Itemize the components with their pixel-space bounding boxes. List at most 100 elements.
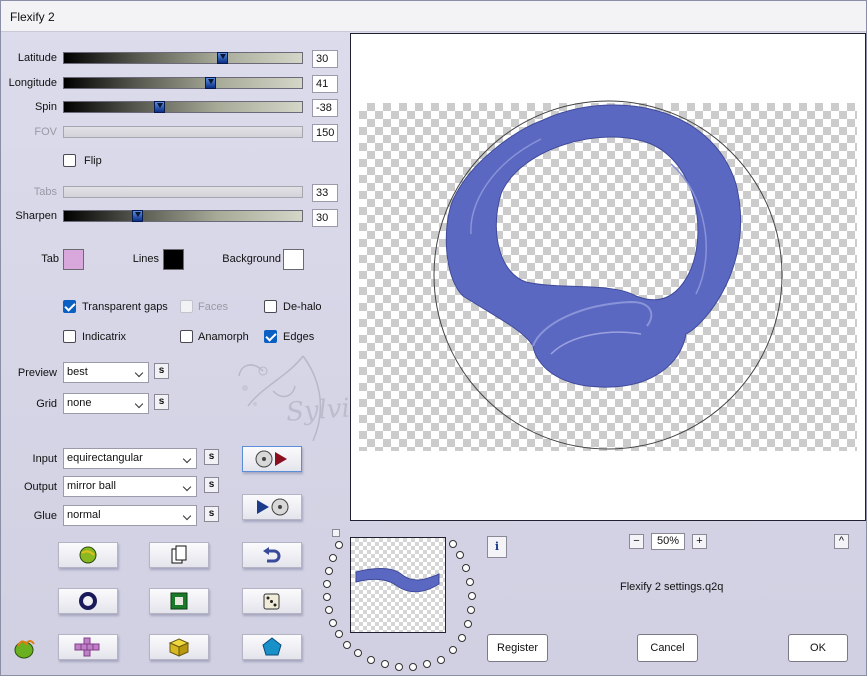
cancel-button[interactable]: Cancel <box>637 634 698 662</box>
lines-color-swatch[interactable] <box>163 249 184 270</box>
frame-icon <box>170 592 188 610</box>
random-dice-button[interactable] <box>242 588 302 614</box>
pentagon-button[interactable] <box>242 634 302 660</box>
zoom-out-button[interactable]: − <box>629 534 644 549</box>
latitude-slider[interactable] <box>63 52 303 64</box>
rotation-dot[interactable] <box>458 634 466 642</box>
anamorph-label: Anamorph <box>198 331 249 343</box>
cross-tiles-icon <box>74 637 100 657</box>
latitude-thumb[interactable] <box>217 52 228 64</box>
edges-checkbox[interactable] <box>264 330 277 343</box>
chevron-down-icon <box>182 511 192 521</box>
info-button[interactable]: i <box>487 536 507 558</box>
spin-thumb[interactable] <box>154 101 165 113</box>
rotation-dot[interactable] <box>409 663 417 671</box>
fov-label: FOV <box>34 126 57 138</box>
rotation-dot[interactable] <box>325 567 333 575</box>
rotation-dot[interactable] <box>367 656 375 664</box>
glue-select[interactable]: normal <box>63 505 197 526</box>
rotation-dot[interactable] <box>449 646 457 654</box>
undo-button[interactable] <box>242 542 302 568</box>
rotation-dot[interactable] <box>325 606 333 614</box>
output-transfer-button[interactable] <box>242 494 302 520</box>
indicatrix-checkbox[interactable] <box>63 330 76 343</box>
rotation-dot[interactable] <box>437 656 445 664</box>
anamorph-checkbox[interactable] <box>180 330 193 343</box>
tab-color-label: Tab <box>41 253 59 265</box>
rotation-dot[interactable] <box>395 663 403 671</box>
glue-s-button[interactable]: s <box>204 506 219 522</box>
rotation-dot[interactable] <box>335 541 343 549</box>
register-button[interactable]: Register <box>487 634 548 662</box>
sharpen-thumb[interactable] <box>132 210 143 222</box>
fov-value[interactable]: 150 <box>312 124 338 142</box>
rotation-dot[interactable] <box>329 554 337 562</box>
rotation-dot[interactable] <box>462 564 470 572</box>
preview-select[interactable]: best <box>63 362 149 383</box>
rotation-dot[interactable] <box>354 649 362 657</box>
sharpen-slider[interactable] <box>63 210 303 222</box>
randomize-button[interactable] <box>58 542 118 568</box>
tabs-value[interactable]: 33 <box>312 184 338 202</box>
cube-button[interactable] <box>149 634 209 660</box>
de-halo-checkbox[interactable] <box>264 300 277 313</box>
copy-button[interactable] <box>149 542 209 568</box>
rotation-dot[interactable] <box>449 540 457 548</box>
longitude-value[interactable]: 41 <box>312 75 338 93</box>
indicatrix-label: Indicatrix <box>82 331 127 343</box>
rotation-dot[interactable] <box>466 578 474 586</box>
longitude-thumb[interactable] <box>205 77 216 89</box>
navigator-corner-handle[interactable] <box>332 529 340 537</box>
spin-value[interactable]: -38 <box>312 99 338 117</box>
transparent-gaps-checkbox[interactable] <box>63 300 76 313</box>
tabs-slider <box>63 186 303 198</box>
input-select[interactable]: equirectangular <box>63 448 197 469</box>
frame-button[interactable] <box>149 588 209 614</box>
faces-checkbox <box>180 300 193 313</box>
de-halo-label: De-halo <box>283 301 322 313</box>
longitude-slider[interactable] <box>63 77 303 89</box>
rotation-dot[interactable] <box>423 660 431 668</box>
rotation-dot[interactable] <box>464 620 472 628</box>
cross-button[interactable] <box>58 634 118 660</box>
chevron-down-icon <box>182 482 192 492</box>
output-s-button[interactable]: s <box>204 477 219 493</box>
ring-button[interactable] <box>58 588 118 614</box>
rotation-dot[interactable] <box>468 592 476 600</box>
output-select[interactable]: mirror ball <box>63 476 197 497</box>
rotation-dot[interactable] <box>323 593 331 601</box>
output-to-disc-icon <box>257 498 289 516</box>
rotation-dot[interactable] <box>467 606 475 614</box>
output-select-value: mirror ball <box>67 480 116 492</box>
sharpen-label: Sharpen <box>15 210 57 222</box>
grid-s-button[interactable]: s <box>154 394 169 410</box>
ring-icon <box>79 592 97 610</box>
navigator-thumbnail[interactable] <box>350 537 446 633</box>
chevron-down-icon <box>134 368 144 378</box>
latitude-value[interactable]: 30 <box>312 50 338 68</box>
zoom-in-button[interactable]: + <box>692 534 707 549</box>
rotation-dot[interactable] <box>335 630 343 638</box>
rotation-dot[interactable] <box>323 580 331 588</box>
sharpen-value[interactable]: 30 <box>312 209 338 227</box>
preview-pane[interactable] <box>350 33 866 521</box>
transparent-gaps-label: Transparent gaps <box>82 301 168 313</box>
background-color-swatch[interactable] <box>283 249 304 270</box>
input-s-button[interactable]: s <box>204 449 219 465</box>
rotation-dot[interactable] <box>329 619 337 627</box>
preview-select-value: best <box>67 366 88 378</box>
rotation-dot[interactable] <box>381 660 389 668</box>
grid-select[interactable]: none <box>63 393 149 414</box>
collapse-button[interactable]: ^ <box>834 534 849 549</box>
rotation-dot[interactable] <box>343 641 351 649</box>
flip-checkbox[interactable] <box>63 154 76 167</box>
spin-slider[interactable] <box>63 101 303 113</box>
ok-button[interactable]: OK <box>788 634 848 662</box>
tab-color-swatch[interactable] <box>63 249 84 270</box>
preview-s-button[interactable]: s <box>154 363 169 379</box>
preview-select-label: Preview <box>17 367 57 379</box>
rotation-dot[interactable] <box>456 551 464 559</box>
input-transfer-button[interactable] <box>242 446 302 472</box>
chevron-down-icon <box>182 454 192 464</box>
cube-icon <box>168 638 190 657</box>
